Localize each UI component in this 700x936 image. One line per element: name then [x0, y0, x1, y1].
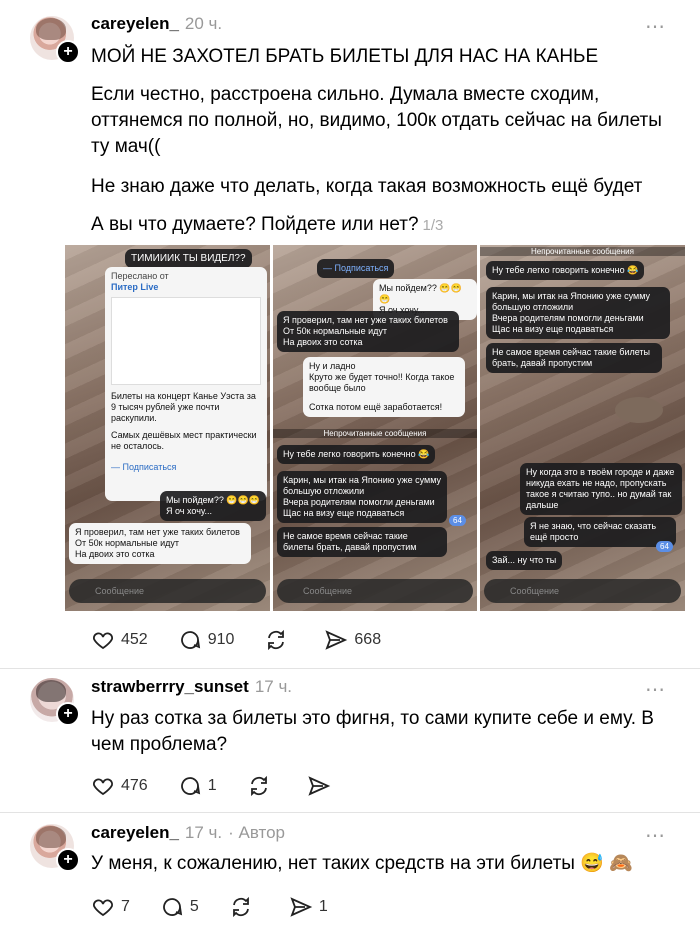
divider	[0, 668, 700, 669]
post-time: 17 ч.	[254, 677, 293, 696]
screenshot-image[interactable]: — Подписаться Мы пойдем?? 😁😁😁 Я оч хочу..…	[273, 245, 477, 611]
share-button[interactable]	[307, 774, 337, 798]
username[interactable]: careyelen_ 20 ч.	[91, 14, 222, 34]
comment-text: У меня, к сожалению, нет таких средств н…	[91, 853, 633, 874]
comment-button[interactable]: 1	[178, 774, 217, 798]
repost-icon	[268, 629, 285, 651]
avatar[interactable]: +	[30, 16, 80, 64]
comment-icon	[180, 631, 200, 649]
send-icon	[290, 897, 313, 917]
message-bubble: ТИМИИИК ТЫ ВИДЕЛ??	[125, 249, 252, 268]
message-bubble: Зай... ну что ты	[486, 551, 563, 570]
post-actions: 476 1	[91, 774, 367, 798]
username[interactable]: careyelen_ 17 ч. · Автор	[91, 823, 285, 843]
follow-plus-icon[interactable]: +	[56, 40, 80, 64]
comment-button[interactable]: 5	[160, 895, 199, 919]
post-time: 17 ч.	[184, 823, 223, 842]
like-button[interactable]: 7	[91, 895, 130, 919]
screenshot-image[interactable]: Непрочитанные сообщения Ну тебе легко го…	[480, 245, 685, 611]
message-bubble: Ну и ладно Круто же будет точно!! Когда т…	[303, 357, 465, 417]
message-bubble: Ну когда это в твоём городе и даже никуд…	[520, 463, 682, 515]
follow-plus-icon[interactable]: +	[56, 702, 80, 726]
unread-divider: Непрочитанные сообщения	[480, 247, 685, 256]
message-bubble: Не самое время сейчас такие билеты брать…	[486, 343, 662, 373]
comment-icon	[180, 777, 200, 795]
image-counter: 1/3	[422, 217, 444, 234]
repost-icon	[250, 775, 267, 797]
message-bubble: Мы пойдем?? 😁😁😁 Я оч хочу...	[160, 491, 266, 521]
comment-text: Ну раз сотка за билеты это фигня, то сам…	[91, 708, 654, 755]
like-button[interactable]: 452	[91, 628, 148, 652]
message-bubble: Ну тебе легко говорить конечно 😂	[277, 445, 436, 464]
unread-badge: 64	[656, 541, 673, 552]
message-bubble: Я проверил, там нет уже таких билетов От …	[277, 311, 459, 352]
follow-plus-icon[interactable]: +	[56, 848, 80, 872]
more-options-icon[interactable]: ⋯	[645, 14, 666, 39]
unread-divider: Непрочитанные сообщения	[273, 429, 477, 438]
forwarded-post: Переслано от Питер Live Билеты на концер…	[105, 267, 267, 501]
rat-image	[615, 397, 663, 423]
divider	[0, 812, 700, 813]
author-label: · Автор	[228, 823, 286, 842]
post-time: 20 ч.	[184, 14, 223, 33]
post-paragraph: А вы что думаете? Пойдете или нет? 1/3	[91, 214, 444, 235]
send-icon	[308, 776, 330, 796]
avatar[interactable]: +	[30, 824, 80, 872]
post-actions: 452 910 668	[91, 628, 411, 652]
heart-icon	[93, 632, 113, 650]
post-paragraph: Не знаю даже что делать, когда такая воз…	[91, 176, 643, 197]
share-button[interactable]: 1	[289, 895, 328, 919]
message-bubble: Не самое время сейчас такие билеты брать…	[277, 527, 447, 557]
message-bubble: Карин, мы итак на Японию уже сумму больш…	[277, 471, 447, 523]
post-title: МОЙ НЕ ЗАХОТЕЛ БРАТЬ БИЛЕТЫ ДЛЯ НАС НА К…	[91, 46, 599, 67]
more-options-icon[interactable]: ⋯	[645, 823, 666, 848]
message-bubble: Я проверил, там нет уже таких билетов От …	[69, 523, 251, 564]
unread-badge: 64	[449, 515, 466, 526]
comment-button[interactable]: 910	[178, 628, 234, 652]
message-input[interactable]: Сообщение	[69, 579, 266, 603]
heart-icon	[93, 778, 113, 796]
username[interactable]: strawberrry_sunset 17 ч.	[91, 677, 292, 697]
message-input[interactable]: Сообщение	[484, 579, 681, 603]
screenshot-image[interactable]: ТИМИИИК ТЫ ВИДЕЛ?? Переслано от Питер Li…	[65, 245, 270, 611]
comment-icon	[163, 898, 183, 916]
repost-button[interactable]	[247, 774, 277, 798]
message-bubble: — Подписаться	[317, 259, 395, 278]
repost-button[interactable]	[229, 895, 259, 919]
message-bubble: Я не знаю, что сейчас сказать ещё просто	[524, 517, 676, 547]
message-input[interactable]: Сообщение	[277, 579, 473, 603]
more-options-icon[interactable]: ⋯	[645, 677, 666, 702]
post-paragraph: Если честно, расстроена сильно. Думала в…	[91, 84, 662, 157]
repost-icon	[232, 896, 249, 918]
image-carousel[interactable]: ТИМИИИК ТЫ ВИДЕЛ?? Переслано от Питер Li…	[65, 245, 685, 611]
send-icon	[325, 630, 348, 650]
repost-button[interactable]	[264, 628, 294, 652]
avatar[interactable]: +	[30, 678, 80, 726]
post-actions: 7 5 1	[91, 895, 358, 919]
like-button[interactable]: 476	[91, 774, 148, 798]
share-button[interactable]: 668	[324, 628, 381, 652]
message-bubble: Карин, мы итак на Японию уже сумму больш…	[486, 287, 670, 339]
message-bubble: Ну тебе легко говорить конечно 😂	[486, 261, 645, 280]
heart-icon	[93, 899, 113, 917]
